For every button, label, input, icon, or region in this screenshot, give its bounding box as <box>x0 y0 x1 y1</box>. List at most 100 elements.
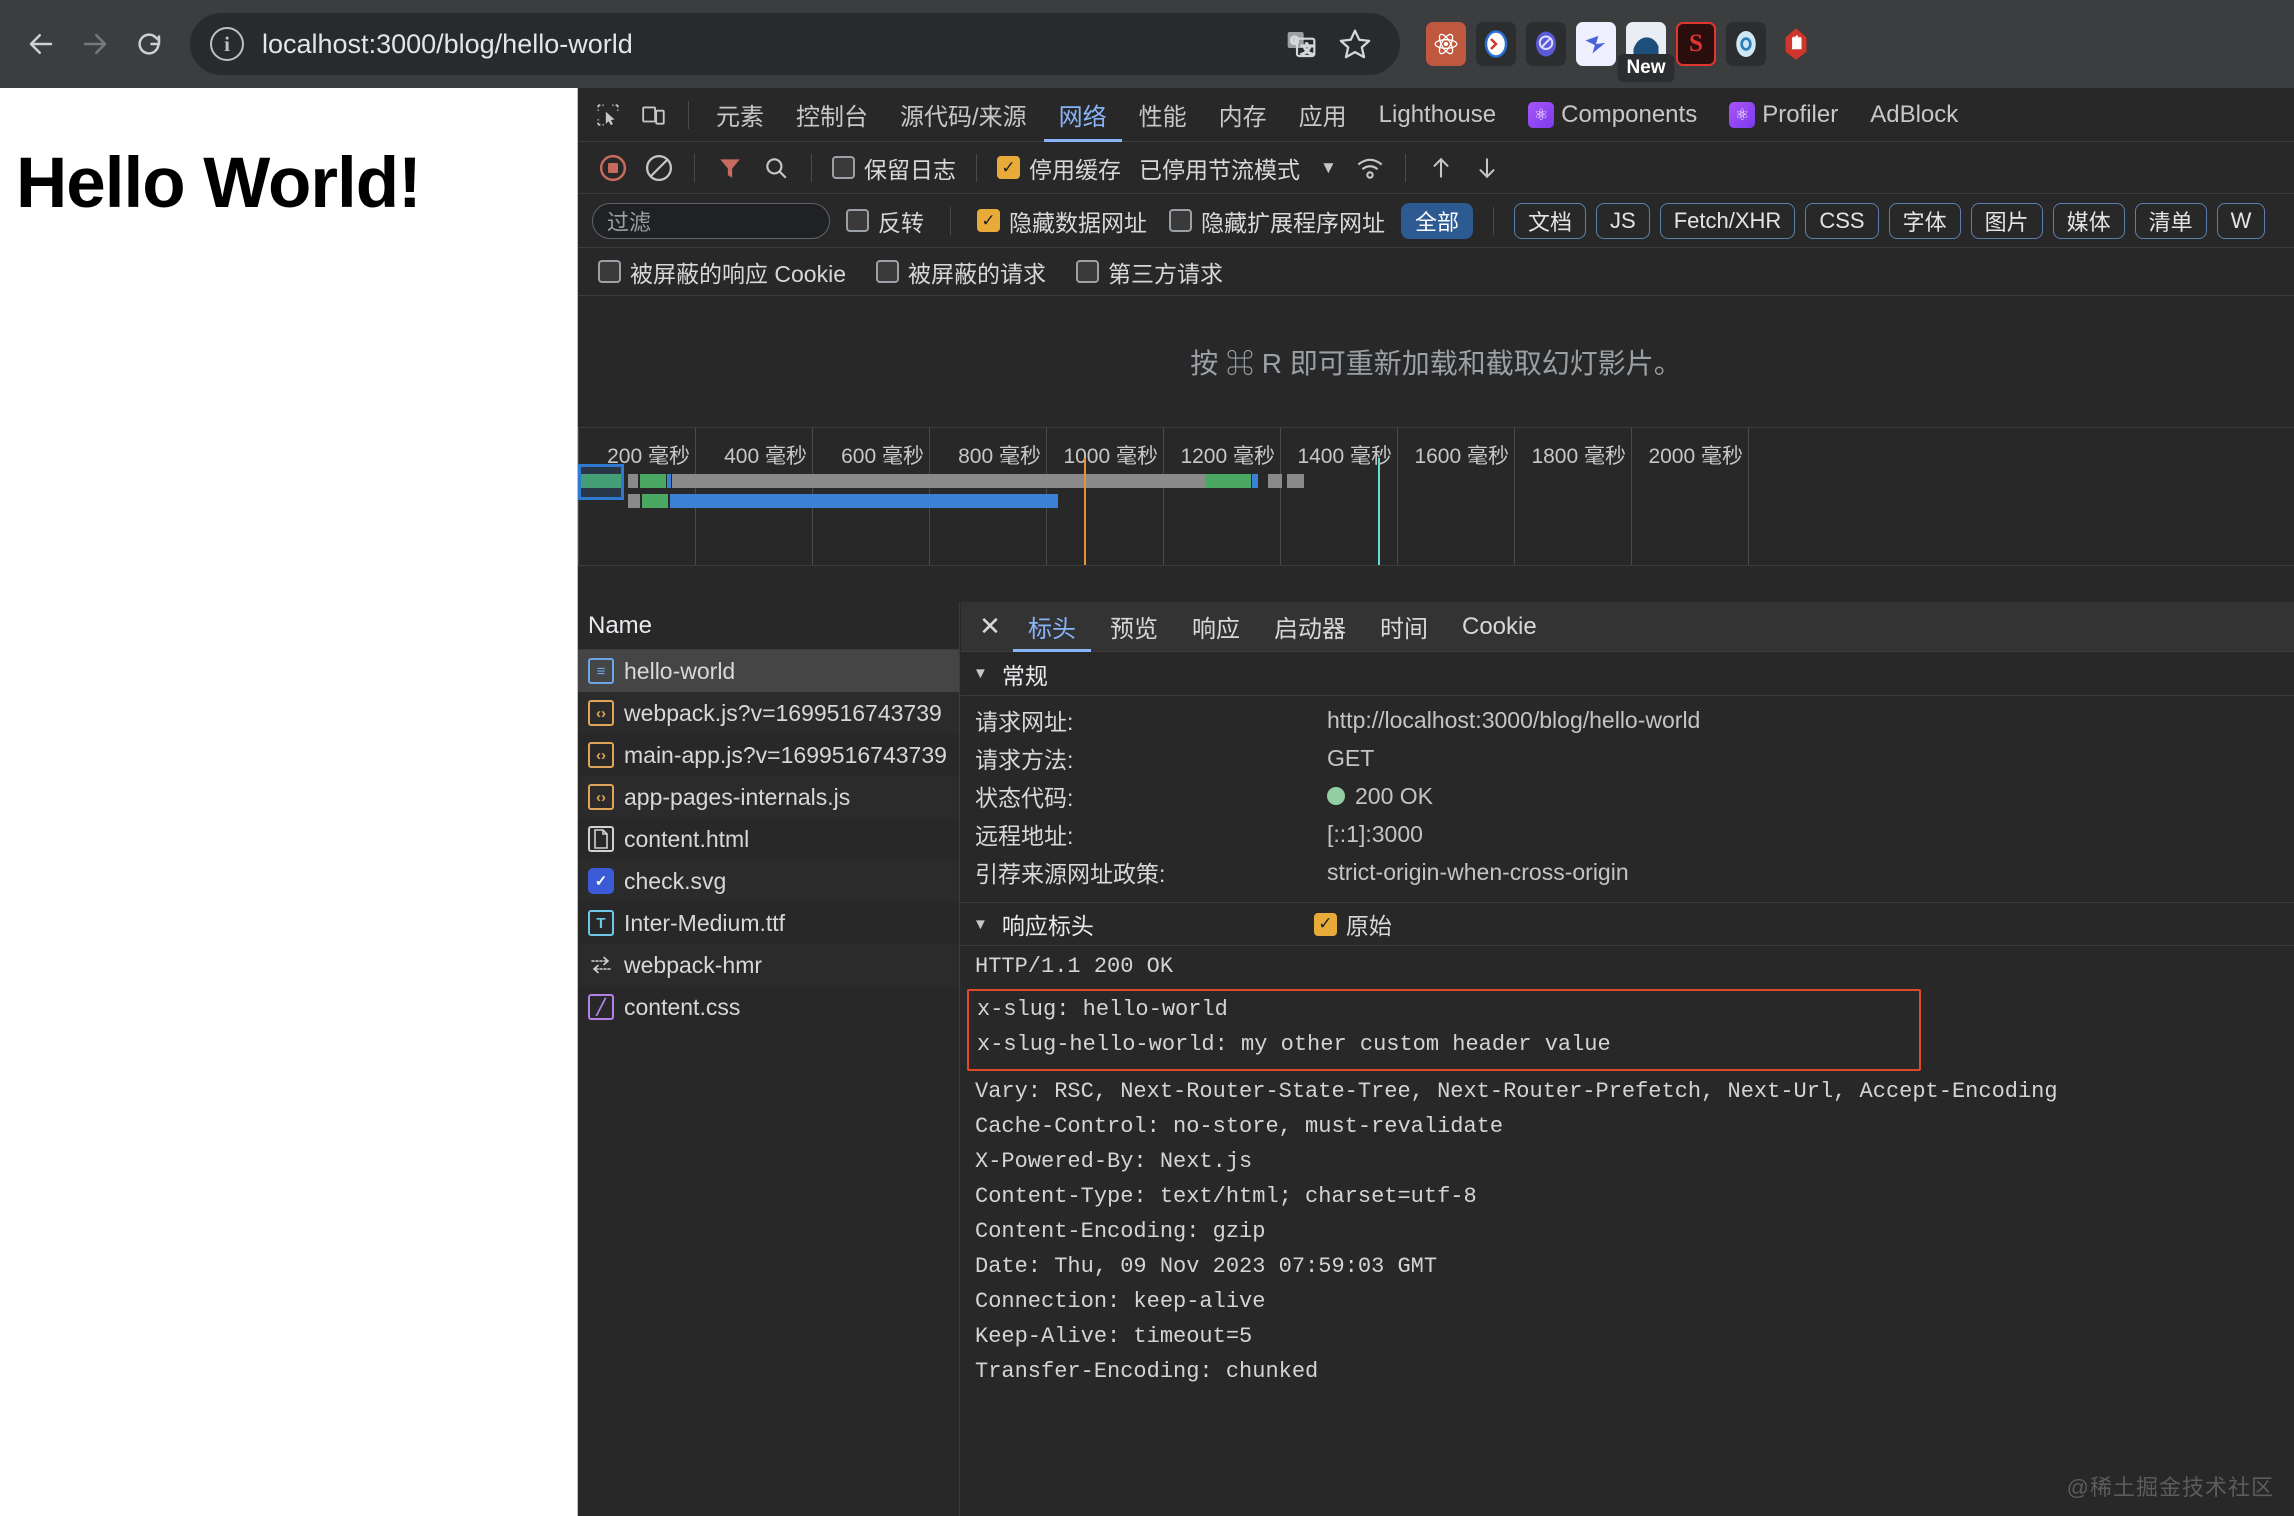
filter-chip-all[interactable]: 全部 <box>1401 202 1474 239</box>
request-row-content-html[interactable]: content.html <box>578 818 959 860</box>
reload-button[interactable] <box>122 17 176 71</box>
tab-label: 应用 <box>1298 104 1347 131</box>
raw-toggle-label: 原始 <box>1345 913 1392 939</box>
filter-chip-fetch-xhr[interactable]: Fetch/XHR <box>1659 202 1796 239</box>
chevron-down-icon[interactable]: ▼ <box>973 916 988 933</box>
filter-chip-manifest[interactable]: 清单 <box>2134 202 2207 239</box>
bookmark-star-icon[interactable] <box>1330 19 1380 69</box>
tab-console[interactable]: 控制台 <box>781 88 883 142</box>
detail-tab-cookies[interactable]: Cookie <box>1447 602 1552 652</box>
inspect-element-icon[interactable] <box>586 93 630 137</box>
raw-toggle[interactable]: ✓ 原始 <box>1308 907 1398 941</box>
network-conditions-icon[interactable] <box>1349 147 1391 189</box>
tab-network[interactable]: 网络 <box>1044 88 1122 142</box>
status-ok-icon <box>1327 787 1345 805</box>
checkbox-icon[interactable] <box>598 260 621 283</box>
request-name: webpack-hmr <box>624 951 763 978</box>
close-icon[interactable]: ✕ <box>971 608 1009 646</box>
filter-input[interactable]: 过滤 <box>592 202 830 239</box>
filter-chip-image[interactable]: 图片 <box>1970 202 2043 239</box>
filter-chip-websocket[interactable]: W <box>2216 202 2266 239</box>
search-icon[interactable] <box>755 147 797 189</box>
third-party-toggle[interactable]: 第三方请求 <box>1070 255 1229 289</box>
site-info-icon[interactable]: i <box>210 27 244 61</box>
import-har-icon[interactable] <box>1420 147 1462 189</box>
request-row-webpack-hmr[interactable]: webpack-hmr <box>578 944 959 986</box>
extension-bird[interactable] <box>1576 22 1616 66</box>
translate-icon[interactable]: G文 <box>1276 19 1326 69</box>
filter-chip-media[interactable]: 媒体 <box>2052 202 2125 239</box>
extension-sync[interactable] <box>1476 22 1516 66</box>
bar-segment <box>628 474 638 488</box>
checkbox-icon[interactable] <box>846 209 869 232</box>
checkbox-icon[interactable]: ✓ <box>997 156 1020 179</box>
extension-circle-slash[interactable] <box>1526 22 1566 66</box>
tab-performance[interactable]: 性能 <box>1124 88 1202 142</box>
highlighted-headers-box: x-slug: hello-world x-slug-hello-world: … <box>967 989 1921 1071</box>
checkbox-icon[interactable] <box>1075 260 1099 283</box>
chevron-down-icon[interactable]: ▼ <box>973 665 988 682</box>
request-row-check-svg[interactable]: ✓ check.svg <box>578 860 959 902</box>
checkbox-icon[interactable]: ✓ <box>977 209 1000 232</box>
forward-button[interactable] <box>68 17 122 71</box>
filter-chip-js[interactable]: JS <box>1596 202 1650 239</box>
hide-data-urls-toggle[interactable]: ✓ 隐藏数据网址 <box>971 204 1153 238</box>
header-line-content-type: Content-Type: text/html; charset=utf-8 <box>975 1184 1477 1209</box>
response-headers-section-header[interactable]: ▼ 响应标头 ✓ 原始 <box>961 902 2294 946</box>
request-row-main-app-js[interactable]: ‹› main-app.js?v=1699516743739 <box>578 734 959 776</box>
detail-tab-headers[interactable]: 标头 <box>1013 602 1091 652</box>
blocked-requests-toggle[interactable]: 被屏蔽的请求 <box>870 255 1052 289</box>
network-overview[interactable]: 200 毫秒 400 毫秒 600 毫秒 800 毫秒 1000 毫秒 1200… <box>578 428 2294 566</box>
tab-sources[interactable]: 源代码/来源 <box>885 88 1042 142</box>
device-toolbar-icon[interactable] <box>632 93 676 137</box>
filmstrip-area: 按 ⌘ R 即可重新加载和截取幻灯影片。 <box>578 296 2294 428</box>
export-har-icon[interactable] <box>1466 147 1508 189</box>
funnel-icon[interactable] <box>709 147 751 189</box>
filter-chip-doc[interactable]: 文档 <box>1514 202 1587 239</box>
request-row-content-css[interactable]: ╱ content.css <box>578 986 959 1028</box>
disable-cache-toggle[interactable]: ✓ 停用缓存 <box>991 151 1127 185</box>
request-list[interactable]: Name ≡ hello-world ‹› webpack.js?v=16995… <box>578 602 960 1516</box>
detail-tab-preview[interactable]: 预览 <box>1095 602 1173 652</box>
tab-elements[interactable]: 元素 <box>701 88 779 142</box>
checkbox-icon[interactable]: ✓ <box>1313 912 1337 936</box>
tab-memory[interactable]: 内存 <box>1204 88 1282 142</box>
tab-components[interactable]: ⚛ Components <box>1513 88 1712 142</box>
clear-icon[interactable] <box>638 147 680 189</box>
hide-extension-urls-toggle[interactable]: 隐藏扩展程序网址 <box>1163 204 1391 238</box>
extension-o[interactable] <box>1726 22 1766 66</box>
row-key: 请求方法: <box>975 747 1074 773</box>
checkbox-icon[interactable] <box>832 156 855 179</box>
request-row-hello-world[interactable]: ≡ hello-world <box>578 650 959 692</box>
overview-selection-window[interactable] <box>578 464 624 500</box>
tab-adblock[interactable]: AdBlock <box>1855 88 1973 142</box>
invert-toggle[interactable]: 反转 <box>840 204 930 238</box>
record-stop-icon[interactable] <box>592 147 634 189</box>
detail-tab-timing[interactable]: 时间 <box>1365 602 1443 652</box>
chevron-down-icon[interactable]: ▼ <box>1312 158 1345 178</box>
detail-tab-initiator[interactable]: 启动器 <box>1259 602 1361 652</box>
request-row-app-pages-internals-js[interactable]: ‹› app-pages-internals.js <box>578 776 959 818</box>
tick-label: 400 毫秒 <box>724 445 807 468</box>
extension-s[interactable]: S <box>1676 22 1716 66</box>
general-section-header[interactable]: ▼ 常规 <box>961 652 2294 696</box>
request-row-webpack-js[interactable]: ‹› webpack.js?v=1699516743739 <box>578 692 959 734</box>
checkbox-icon[interactable] <box>875 260 899 283</box>
request-row-inter-medium-ttf[interactable]: T Inter-Medium.ttf <box>578 902 959 944</box>
blocked-cookies-toggle[interactable]: 被屏蔽的响应 Cookie <box>592 255 852 289</box>
request-list-header[interactable]: Name <box>578 602 959 650</box>
detail-tab-response[interactable]: 响应 <box>1177 602 1255 652</box>
back-button[interactable] <box>14 17 68 71</box>
filter-chip-font[interactable]: 字体 <box>1888 202 1961 239</box>
extension-wave[interactable]: New <box>1617 22 1675 82</box>
address-bar[interactable]: i localhost:3000/blog/hello-world G文 <box>190 13 1400 75</box>
preserve-log-toggle[interactable]: 保留日志 <box>826 151 962 185</box>
tab-application[interactable]: 应用 <box>1284 88 1362 142</box>
extension-react-devtools[interactable] <box>1426 22 1466 66</box>
filter-chip-css[interactable]: CSS <box>1805 202 1879 239</box>
extension-adblock-hand[interactable] <box>1776 22 1816 66</box>
tab-lighthouse[interactable]: Lighthouse <box>1364 88 1511 142</box>
status-badge: 200 OK <box>1355 782 1433 809</box>
tab-profiler[interactable]: ⚛ Profiler <box>1714 88 1853 142</box>
checkbox-icon[interactable] <box>1169 209 1192 232</box>
